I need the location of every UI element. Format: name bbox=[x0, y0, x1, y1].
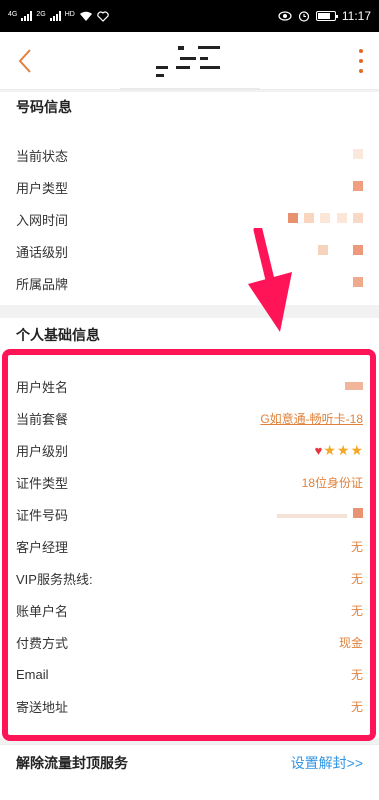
chevron-left-icon bbox=[18, 49, 31, 73]
unlock-service-bar: 解除流量封顶服务 设置解封>> bbox=[0, 744, 379, 800]
highlight-box bbox=[2, 349, 376, 741]
info-row-status: 当前状态 bbox=[0, 139, 379, 171]
status-right: 11:17 bbox=[278, 9, 371, 23]
title-underline bbox=[120, 88, 260, 90]
signal-icon bbox=[21, 11, 33, 21]
row-value-redacted bbox=[350, 180, 363, 194]
heart-rate-icon bbox=[97, 11, 109, 22]
unlock-service-title: 解除流量封顶服务 bbox=[16, 755, 128, 771]
carrier-b-label: 2G bbox=[36, 10, 46, 18]
status-left: 4G 2G HD bbox=[8, 11, 109, 22]
number-info-card: 当前状态 用户类型 入网时间 通话级别 所属品牌 bbox=[0, 122, 379, 305]
row-label: 所属品牌 bbox=[16, 276, 69, 292]
row-label: 入网时间 bbox=[16, 212, 69, 228]
row-value-redacted bbox=[350, 276, 363, 290]
status-bar: 4G 2G HD 11:17 bbox=[0, 0, 379, 32]
wifi-icon bbox=[79, 11, 92, 21]
back-button[interactable] bbox=[10, 42, 40, 80]
row-value-redacted bbox=[285, 212, 363, 226]
alarm-icon bbox=[298, 11, 309, 22]
personal-info-title: 个人基础信息 bbox=[0, 318, 379, 352]
eye-icon bbox=[278, 11, 292, 21]
more-dot bbox=[359, 69, 363, 73]
row-label: 用户类型 bbox=[16, 180, 69, 196]
number-info-title: 号码信息 bbox=[0, 92, 379, 122]
info-row-user-type: 用户类型 bbox=[0, 171, 379, 203]
info-row-join-date: 入网时间 bbox=[0, 203, 379, 235]
more-dot bbox=[359, 59, 363, 63]
more-vertical-icon bbox=[359, 49, 363, 53]
nav-bar bbox=[0, 32, 379, 90]
info-row-brand: 所属品牌 bbox=[0, 267, 379, 299]
hd-label: HD bbox=[64, 10, 75, 18]
row-label: 通话级别 bbox=[16, 244, 69, 260]
carrier-a-label: 4G bbox=[8, 10, 18, 18]
pointer-arrow-icon bbox=[248, 228, 292, 332]
info-row-call-level: 通话级别 bbox=[0, 235, 379, 267]
battery-icon bbox=[315, 11, 338, 21]
row-value-redacted bbox=[315, 244, 363, 258]
row-label: 当前状态 bbox=[16, 148, 69, 164]
more-menu-button[interactable] bbox=[353, 46, 369, 76]
row-value-redacted bbox=[350, 148, 363, 162]
signal-icon bbox=[49, 11, 61, 21]
page-title-redacted bbox=[150, 44, 230, 84]
set-unlock-link[interactable]: 设置解封>> bbox=[291, 753, 363, 773]
clock-time: 11:17 bbox=[341, 9, 371, 23]
